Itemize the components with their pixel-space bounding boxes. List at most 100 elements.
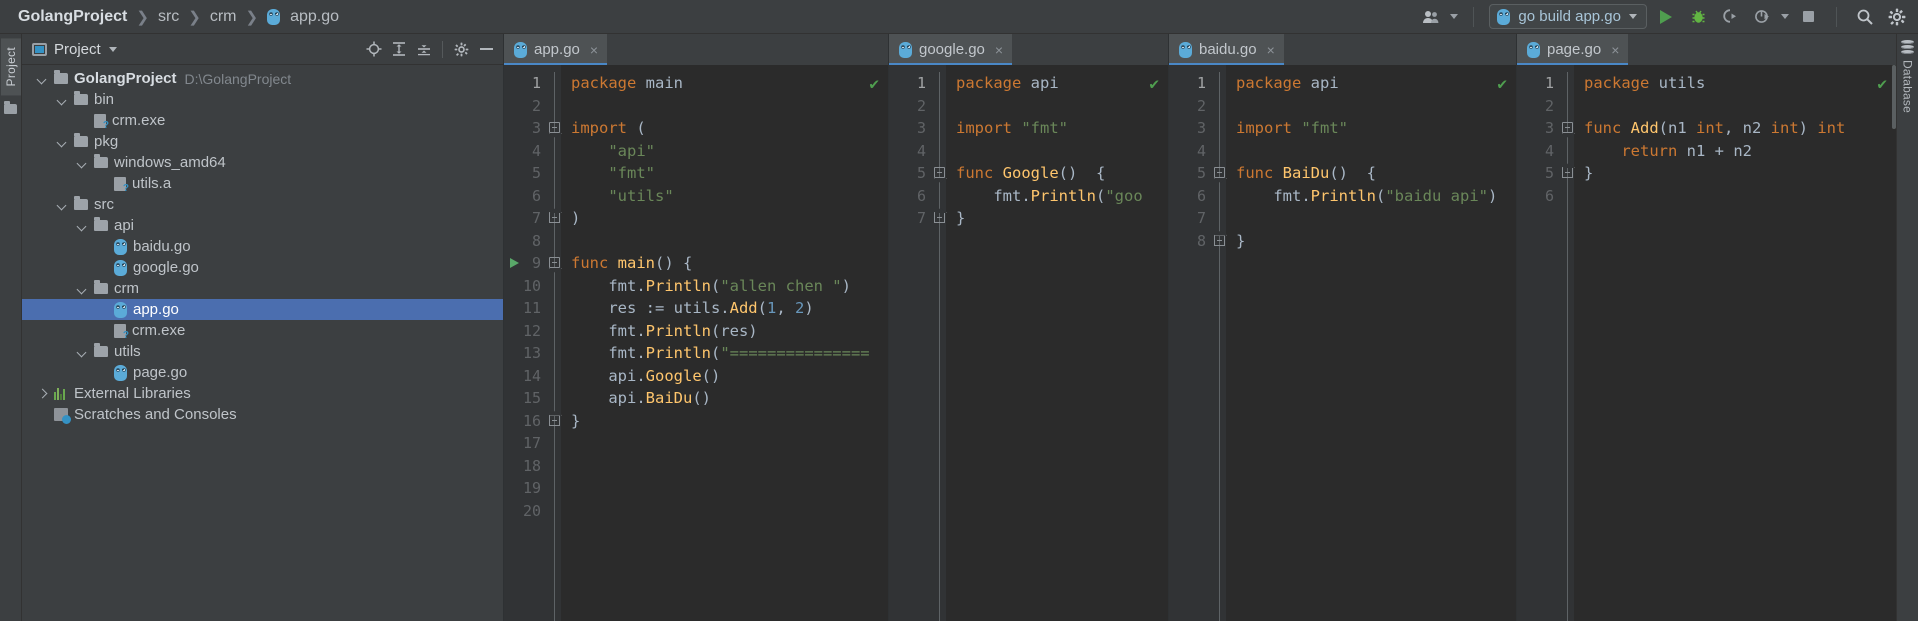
run-button[interactable] — [1653, 5, 1679, 29]
users-icon[interactable] — [1418, 5, 1444, 29]
chevron-down-icon[interactable] — [76, 219, 89, 232]
run-gutter-icon[interactable] — [510, 258, 519, 268]
stop-button[interactable] — [1795, 5, 1821, 29]
fold-collapse-icon[interactable] — [1214, 167, 1225, 178]
chevron-down-icon[interactable] — [1781, 14, 1789, 19]
tree-node-crm-exe[interactable]: crm.exe — [22, 110, 503, 131]
run-configuration-selector[interactable]: go build app.go — [1489, 4, 1647, 29]
code-folding-gutter[interactable] — [1213, 65, 1226, 621]
editor-tab-app-go[interactable]: app.go × — [504, 34, 608, 65]
tree-node-utils-a[interactable]: utils.a — [22, 173, 503, 194]
chevron-down-icon[interactable] — [108, 46, 117, 52]
tree-node-bin[interactable]: bin — [22, 89, 503, 110]
collapse-all-icon[interactable] — [413, 38, 435, 60]
breadcrumb-item-src[interactable]: src — [154, 7, 183, 27]
tree-node-src[interactable]: src — [22, 194, 503, 215]
inspection-ok-icon[interactable]: ✔ — [1877, 74, 1887, 93]
tree-node-page-go[interactable]: page.go — [22, 362, 503, 383]
inspection-ok-icon[interactable]: ✔ — [1149, 74, 1159, 93]
code-token: main — [617, 254, 655, 272]
project-tree[interactable]: GolangProject D:\GolangProject bin crm.exe p… — [22, 65, 503, 621]
line-number-gutter[interactable]: 1 2 3 4 5 6 — [1517, 65, 1561, 621]
fold-end-icon[interactable] — [549, 212, 560, 223]
run-with-coverage-button[interactable] — [1717, 5, 1743, 29]
profile-button[interactable] — [1749, 5, 1775, 29]
code-text[interactable]: package main import ( "api" "fmt" "utils… — [561, 65, 888, 621]
chevron-down-icon[interactable] — [36, 72, 49, 85]
editor-tab-google-go[interactable]: google.go × — [889, 34, 1013, 65]
chevron-down-icon[interactable] — [76, 282, 89, 295]
code-text[interactable]: package utils func Add(n1 int, n2 int) i… — [1574, 65, 1896, 621]
line-number-gutter[interactable]: 1 2 3 4 5 6 7 8 9 10 11 12 13 14 15 16 17 18 19 20 — [504, 65, 548, 621]
tree-node-scratches-and-consoles[interactable]: Scratches and Consoles — [22, 404, 503, 425]
editor-tab-page-go[interactable]: page.go × — [1517, 34, 1629, 65]
fold-end-icon[interactable] — [549, 414, 560, 426]
code-line: fmt.Println("baidu api") — [1236, 185, 1516, 208]
fold-end-icon[interactable] — [1562, 167, 1573, 178]
tree-node-app-go[interactable]: app.go — [22, 299, 503, 320]
gear-icon[interactable] — [1884, 5, 1910, 29]
chevron-down-icon[interactable] — [56, 93, 69, 106]
debug-button[interactable] — [1685, 5, 1711, 29]
line-number: 7 — [916, 209, 926, 227]
fold-collapse-icon[interactable] — [934, 167, 945, 178]
chevron-down-icon[interactable] — [56, 198, 69, 211]
chevron-down-icon[interactable] — [1629, 14, 1637, 19]
fold-end-icon[interactable] — [1214, 234, 1225, 246]
code-text[interactable]: package api import "fmt" func Google() {… — [946, 65, 1168, 621]
line-number-gutter[interactable]: 1 2 3 4 5 6 7 8 — [1169, 65, 1213, 621]
tree-node-golangproject[interactable]: GolangProject D:\GolangProject — [22, 68, 503, 89]
search-icon[interactable] — [1852, 5, 1878, 29]
database-icon[interactable] — [1901, 40, 1914, 54]
chevron-right-icon[interactable] — [36, 387, 49, 400]
tree-node-external-libraries[interactable]: External Libraries — [22, 383, 503, 404]
chevron-down-icon[interactable] — [1450, 14, 1459, 19]
tree-node-utils[interactable]: utils — [22, 341, 503, 362]
close-icon[interactable]: × — [1267, 42, 1275, 58]
tool-window-tab-database[interactable]: Database — [1901, 60, 1915, 113]
fold-slot — [933, 140, 946, 163]
tree-node-crm[interactable]: crm — [22, 278, 503, 299]
folder-icon[interactable] — [4, 101, 17, 115]
tree-node-google-go[interactable]: google.go — [22, 257, 503, 278]
close-icon[interactable]: × — [590, 42, 598, 58]
tree-node-windows-amd64[interactable]: windows_amd64 — [22, 152, 503, 173]
fold-collapse-icon[interactable] — [549, 122, 560, 133]
breadcrumb-item-crm[interactable]: crm — [206, 7, 241, 27]
fold-slot — [1561, 140, 1574, 163]
chevron-down-icon[interactable] — [76, 345, 89, 358]
inspection-ok-icon[interactable]: ✔ — [1497, 74, 1507, 93]
locate-icon[interactable] — [363, 38, 385, 60]
close-icon[interactable]: × — [995, 42, 1003, 58]
chevron-down-icon[interactable] — [76, 156, 89, 169]
fold-slot — [548, 432, 561, 455]
tree-node-crm-exe[interactable]: crm.exe — [22, 320, 503, 341]
tree-node-api[interactable]: api — [22, 215, 503, 236]
editor-tab-baidu-go[interactable]: baidu.go × — [1169, 34, 1284, 65]
vertical-scrollbar[interactable] — [1892, 65, 1896, 129]
breadcrumb-item-file[interactable]: app.go — [286, 7, 343, 27]
code-folding-gutter[interactable] — [548, 65, 561, 621]
minimize-icon[interactable] — [475, 38, 497, 60]
code-view[interactable]: 1 2 3 4 5 6 7 8 package api import "fmt" func Ba… — [1169, 65, 1516, 621]
chevron-down-icon[interactable] — [56, 135, 69, 148]
fold-collapse-icon[interactable] — [549, 257, 560, 268]
breadcrumb-root[interactable]: GolangProject — [14, 7, 131, 27]
fold-collapse-icon[interactable] — [1562, 122, 1573, 133]
code-folding-gutter[interactable] — [1561, 65, 1574, 621]
line-number-gutter[interactable]: 1 2 3 4 5 6 7 — [889, 65, 933, 621]
tree-node-pkg[interactable]: pkg — [22, 131, 503, 152]
fold-end-icon[interactable] — [934, 212, 945, 223]
code-text[interactable]: package api import "fmt" func BaiDu() { … — [1226, 65, 1516, 621]
code-view[interactable]: 1 2 3 4 5 6 7 8 9 10 11 12 13 14 15 16 17 18 19 20 package m… — [504, 65, 888, 621]
tool-window-tab-project[interactable]: Project — [0, 38, 21, 96]
close-icon[interactable]: × — [1611, 42, 1619, 58]
inspection-ok-icon[interactable]: ✔ — [869, 74, 879, 93]
gear-icon[interactable] — [450, 38, 472, 60]
code-folding-gutter[interactable] — [933, 65, 946, 621]
code-view[interactable]: 1 2 3 4 5 6 7 package api import "fmt" func Goo… — [889, 65, 1168, 621]
editor-tab-bar: page.go × — [1517, 34, 1896, 65]
expand-all-icon[interactable] — [388, 38, 410, 60]
tree-node-baidu-go[interactable]: baidu.go — [22, 236, 503, 257]
code-view[interactable]: 1 2 3 4 5 6 package utils func Add(n1 int, n2 … — [1517, 65, 1896, 621]
